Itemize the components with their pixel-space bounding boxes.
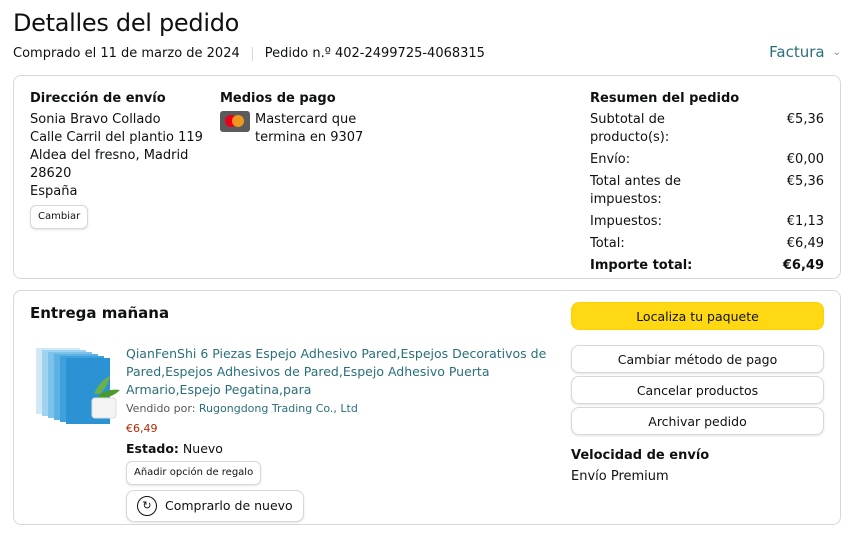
- buy-again-icon: ↻: [137, 496, 157, 516]
- summary-row: Subtotal de producto(s): €5,36: [590, 111, 824, 147]
- change-address-button[interactable]: Cambiar: [30, 205, 89, 229]
- summary-label: Envío:: [590, 152, 631, 167]
- summary-value: €0,00: [786, 152, 824, 167]
- order-date: Comprado el 11 de marzo de 2024: [13, 46, 240, 61]
- product-image[interactable]: [34, 346, 126, 428]
- summary-row: Total: €6,49: [590, 235, 824, 253]
- summary-row: Impuestos: €1,13: [590, 213, 824, 231]
- shipping-speed-value: Envío Premium: [571, 469, 669, 484]
- grand-total-value: €6,49: [782, 258, 824, 273]
- chevron-down-icon: ⌄: [832, 46, 841, 58]
- invoice-dropdown[interactable]: Factura ⌄: [769, 43, 841, 61]
- delivery-card: Entrega mañana QianFenShi 6 Piezas Espej…: [13, 290, 841, 525]
- grand-total-row: Importe total: €6,49: [590, 257, 824, 275]
- summary-row: Total antes de impuestos: €5,36: [590, 173, 824, 209]
- condition-value: Nuevo: [182, 441, 223, 456]
- order-number: Pedido n.º 402-2499725-4068315: [264, 46, 485, 61]
- payment-text: Mastercard que termina en 9307: [255, 112, 364, 145]
- product-price: €6,49: [126, 422, 158, 435]
- shipping-speed-heading: Velocidad de envío: [571, 448, 710, 463]
- address-line: Aldea del fresno, Madrid: [30, 148, 189, 163]
- address-line: España: [30, 184, 78, 199]
- change-payment-button[interactable]: Cambiar método de pago: [571, 345, 824, 373]
- payment-method: Medios de pago Mastercard que termina en…: [220, 90, 370, 147]
- order-meta: Comprado el 11 de marzo de 2024 Pedido n…: [13, 46, 485, 61]
- summary-row: Envío: €0,00: [590, 151, 824, 169]
- seller-prefix: Vendido por:: [126, 402, 199, 415]
- mastercard-logo-icon: [220, 111, 250, 132]
- buy-again-label: Comprarlo de nuevo: [165, 498, 293, 513]
- summary-heading: Resumen del pedido: [590, 91, 740, 106]
- order-info-card: Dirección de envío Sonia Bravo Collado C…: [13, 75, 841, 279]
- buy-again-button[interactable]: ↻ Comprarlo de nuevo: [126, 490, 304, 522]
- product-info: QianFenShi 6 Piezas Espejo Adhesivo Pare…: [126, 345, 556, 522]
- summary-value: €5,36: [786, 174, 824, 189]
- order-summary: Resumen del pedido Subtotal de producto(…: [590, 90, 824, 279]
- summary-value: €5,36: [786, 112, 824, 127]
- shipping-address: Dirección de envío Sonia Bravo Collado C…: [30, 90, 203, 229]
- seller-line: Vendido por: Rugongdong Trading Co., Ltd: [126, 400, 556, 418]
- payment-heading: Medios de pago: [220, 91, 336, 106]
- address-line: Calle Carril del plantio 119: [30, 130, 203, 145]
- order-actions: Localiza tu paquete Cambiar método de pa…: [571, 302, 824, 484]
- seller-link[interactable]: Rugongdong Trading Co., Ltd: [199, 402, 358, 415]
- address-line: 28620: [30, 166, 72, 181]
- page-title: Detalles del pedido: [13, 9, 240, 37]
- summary-value: €6,49: [786, 236, 824, 251]
- condition-label: Estado:: [126, 441, 179, 456]
- invoice-label: Factura: [769, 43, 825, 61]
- track-package-button[interactable]: Localiza tu paquete: [571, 302, 824, 330]
- shipping-heading: Dirección de envío: [30, 91, 166, 106]
- product-title-link[interactable]: QianFenShi 6 Piezas Espejo Adhesivo Pare…: [126, 345, 556, 399]
- add-gift-option-button[interactable]: Añadir opción de regalo: [126, 461, 262, 485]
- summary-label: Subtotal de producto(s):: [590, 112, 670, 145]
- condition-line: Estado: Nuevo: [126, 440, 556, 458]
- delivery-heading: Entrega mañana: [30, 304, 170, 322]
- grand-total-label: Importe total:: [590, 258, 693, 273]
- summary-value: €1,13: [786, 214, 824, 229]
- cancel-items-button[interactable]: Cancelar productos: [571, 376, 824, 404]
- divider: [251, 46, 253, 61]
- summary-label: Impuestos:: [590, 214, 662, 229]
- summary-label: Total:: [590, 236, 625, 251]
- payment-line: Mastercard que termina en 9307: [220, 111, 370, 147]
- summary-label: Total antes de impuestos:: [590, 174, 681, 207]
- archive-order-button[interactable]: Archivar pedido: [571, 407, 824, 435]
- address-line: Sonia Bravo Collado: [30, 112, 161, 127]
